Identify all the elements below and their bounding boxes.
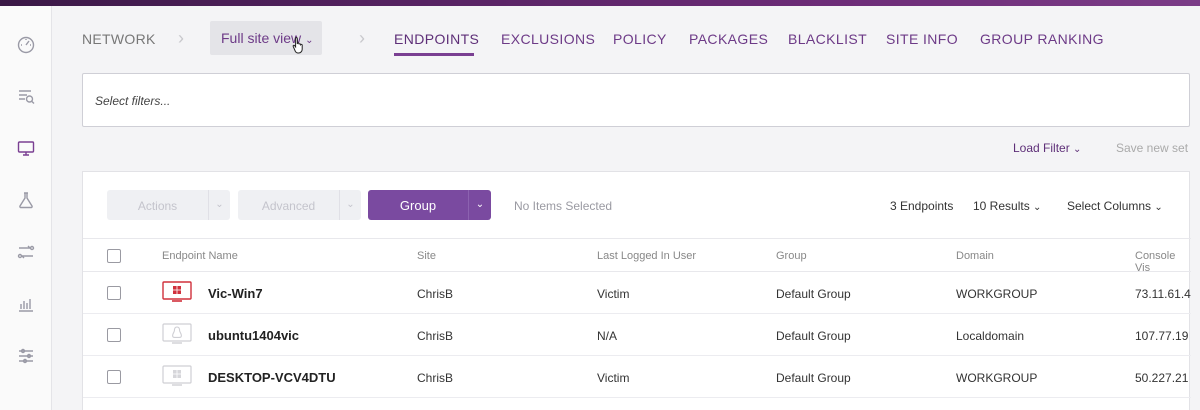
domain-cell: WORKGROUP	[956, 371, 1038, 385]
row-checkbox[interactable]	[107, 370, 121, 384]
endpoint-name[interactable]: DESKTOP-VCV4DTU	[208, 370, 336, 385]
endpoint-name[interactable]: Vic-Win7	[208, 286, 263, 301]
tab-site-info[interactable]: SITE INFO	[886, 31, 958, 47]
row-checkbox[interactable]	[107, 328, 121, 342]
site-cell: ChrisB	[417, 329, 454, 343]
console-ip-cell: 50.227.21	[1135, 371, 1189, 385]
tab-group-ranking[interactable]: GROUP RANKING	[980, 31, 1104, 47]
site-view-label: Full site view	[221, 30, 302, 46]
user-cell: Victim	[597, 371, 630, 385]
save-new-set-button[interactable]: Save new set	[1116, 141, 1188, 155]
user-cell: Victim	[597, 287, 630, 301]
actions-button[interactable]: Actions ⌄	[107, 190, 230, 220]
linux-monitor-icon	[162, 323, 192, 344]
user-cell: N/A	[597, 329, 618, 343]
filter-input[interactable]: Select filters...	[82, 73, 1190, 127]
row-checkbox[interactable]	[107, 286, 121, 300]
tab-exclusions[interactable]: EXCLUSIONS	[501, 31, 595, 47]
sidebar	[0, 6, 52, 410]
settings-sliders-icon[interactable]	[14, 344, 38, 368]
active-tab-indicator	[394, 53, 474, 56]
chevron-down-icon: ⌄	[305, 35, 314, 46]
column-site[interactable]: Site	[417, 250, 436, 262]
column-last-logged-in-user[interactable]: Last Logged In User	[597, 250, 696, 262]
domain-cell: Localdomain	[956, 329, 1025, 343]
column-domain[interactable]: Domain	[956, 250, 994, 262]
breadcrumb-network[interactable]: NETWORK	[82, 31, 156, 47]
endpoints-card: Actions ⌄ Advanced ⌄ Group ⌄ No Items Se…	[82, 171, 1191, 410]
console-ip-cell: 73.11.61.4	[1135, 287, 1191, 301]
group-cell: Default Group	[776, 329, 851, 343]
filter-placeholder: Select filters...	[95, 94, 171, 108]
column-console-visible-ip[interactable]: Console Vis	[1135, 250, 1191, 274]
advanced-button[interactable]: Advanced ⌄	[238, 190, 361, 220]
group-cell: Default Group	[776, 287, 851, 301]
chevron-down-icon: ⌄	[339, 190, 361, 220]
tab-policy[interactable]: POLICY	[613, 31, 667, 47]
selection-status: No Items Selected	[514, 199, 613, 213]
hand-cursor-icon	[292, 36, 303, 54]
reports-icon[interactable]	[14, 292, 38, 316]
tab-packages[interactable]: PACKAGES	[689, 31, 768, 47]
monitor-icon[interactable]	[14, 136, 38, 160]
endpoint-count: 3 Endpoints	[890, 199, 954, 213]
endpoint-name[interactable]: ubuntu1404vic	[208, 328, 299, 343]
load-filter-dropdown[interactable]: Load Filter ⌄	[1013, 141, 1081, 155]
results-per-page-dropdown[interactable]: 10 Results ⌄	[973, 199, 1041, 213]
select-all-checkbox[interactable]	[107, 249, 121, 263]
group-button[interactable]: Group ⌄	[368, 190, 491, 220]
windows-monitor-alert-icon	[162, 281, 192, 302]
tab-endpoints[interactable]: ENDPOINTS	[394, 31, 479, 47]
table-header: Endpoint Name Site Last Logged In User G…	[83, 238, 1191, 274]
chevron-down-icon: ⌄	[208, 190, 230, 220]
table-row[interactable]: Vic-Win7 ChrisB Victim Default Group WOR…	[83, 272, 1191, 314]
routes-icon[interactable]	[14, 240, 38, 264]
flask-icon[interactable]	[14, 188, 38, 212]
chevron-right-icon: ›	[359, 28, 365, 48]
group-button-label: Group	[399, 198, 437, 213]
site-cell: ChrisB	[417, 371, 454, 385]
column-group[interactable]: Group	[776, 250, 807, 262]
main-content: NETWORK › Full site view ⌄ › ENDPOINTS EX…	[52, 6, 1200, 410]
site-cell: ChrisB	[417, 287, 454, 301]
group-cell: Default Group	[776, 371, 851, 385]
select-columns-dropdown[interactable]: Select Columns ⌄	[1067, 199, 1163, 213]
navigation-bar: NETWORK › Full site view ⌄ › ENDPOINTS EX…	[52, 6, 1200, 66]
chevron-right-icon: ›	[178, 28, 184, 48]
chevron-down-icon[interactable]: ⌄	[468, 190, 491, 220]
domain-cell: WORKGROUP	[956, 287, 1038, 301]
search-list-icon[interactable]	[14, 84, 38, 108]
console-ip-cell: 107.77.19	[1135, 329, 1189, 343]
column-endpoint-name[interactable]: Endpoint Name	[162, 250, 238, 262]
table-row[interactable]: ubuntu1404vic ChrisB N/A Default Group L…	[83, 314, 1191, 356]
tab-blacklist[interactable]: BLACKLIST	[788, 31, 867, 47]
dashboard-icon[interactable]	[14, 32, 38, 56]
table-row[interactable]: DESKTOP-VCV4DTU ChrisB Victim Default Gr…	[83, 356, 1191, 398]
windows-monitor-icon	[162, 365, 192, 386]
